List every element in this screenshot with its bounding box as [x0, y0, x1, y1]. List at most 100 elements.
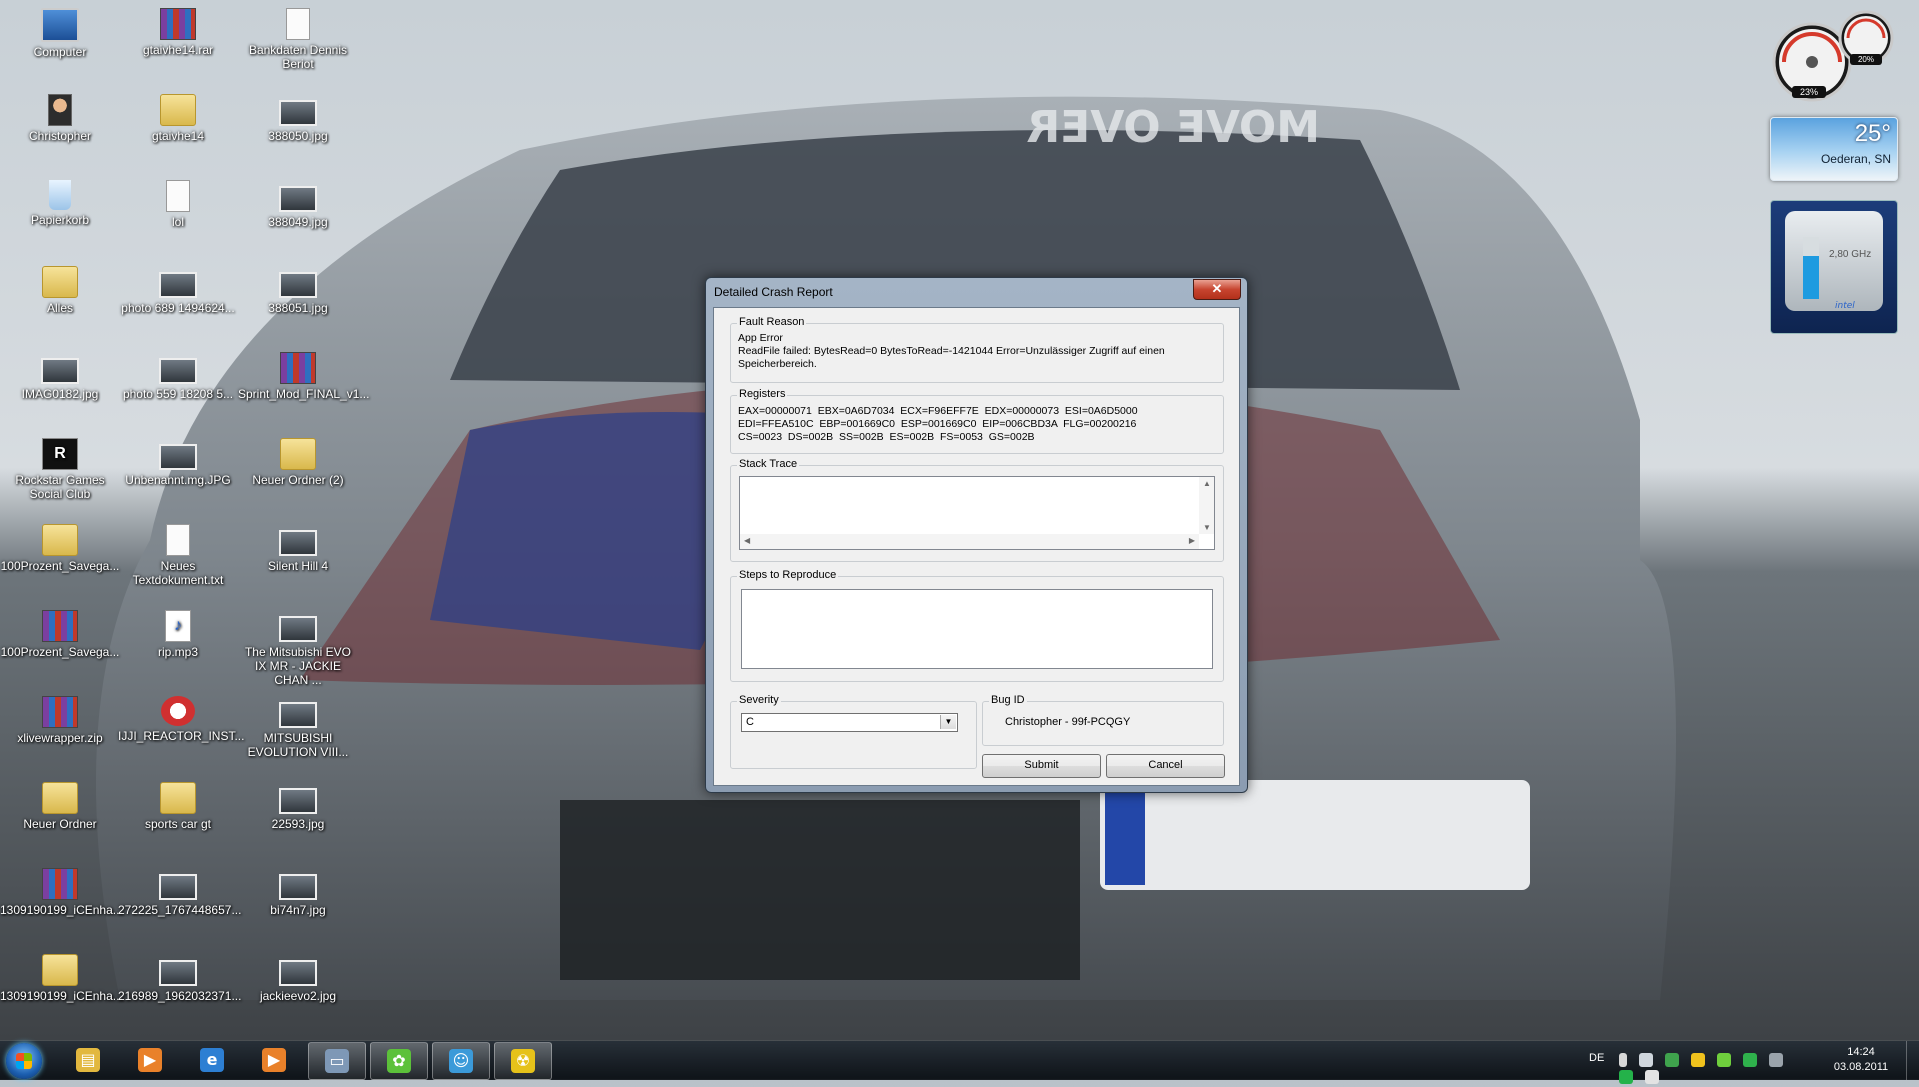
scroll-up-icon[interactable]: ▲ [1203, 479, 1211, 488]
security-tray-icon[interactable] [1743, 1053, 1758, 1067]
language-indicator[interactable]: DE [1589, 1052, 1604, 1064]
desktop-icon[interactable]: photo 689 1494624... [118, 266, 238, 315]
steps-textarea[interactable] [741, 589, 1213, 669]
taskbar-button-app-window[interactable]: ▭ [308, 1042, 366, 1080]
desktop-icon[interactable]: ♪ rip.mp3 [118, 610, 238, 659]
desktop-icon-label: 388049.jpg [268, 215, 328, 229]
cpu-usage-gadget[interactable]: 23% 20% [1770, 8, 1898, 102]
desktop-icon[interactable]: Unbenannt.mg.JPG [118, 438, 238, 487]
desktop-icon-label: sports car gt [144, 817, 212, 831]
desktop-icon[interactable]: gtaivhe14 [118, 94, 238, 143]
dialog-titlebar[interactable]: Detailed Crash Report ✕ [706, 278, 1247, 306]
submit-button[interactable]: Submit [982, 754, 1101, 778]
desktop-icon[interactable]: jackieevo2.jpg [238, 954, 358, 1003]
taskbar-button-radioactive-app[interactable]: ☢ [494, 1042, 552, 1080]
image-file-icon [279, 272, 317, 298]
desktop-icon[interactable]: 100Prozent_Savega... [0, 610, 120, 659]
desktop-icon[interactable]: 216989_1962032371... [118, 954, 241, 1003]
registers-line1: EAX=00000071 EBX=0A6D7034 ECX=F96EFF7E E… [738, 405, 1138, 417]
desktop-icon[interactable]: bi74n7.jpg [238, 868, 358, 917]
update-tray-icon[interactable] [1619, 1070, 1633, 1084]
desktop-icon[interactable]: 22593.jpg [238, 782, 358, 831]
start-button[interactable] [6, 1043, 42, 1079]
desktop-icon[interactable]: sports car gt [118, 782, 238, 831]
desktop-icon-label: jackieevo2.jpg [259, 989, 337, 1003]
scroll-left-icon[interactable]: ◀ [744, 536, 750, 545]
bug-id-legend: Bug ID [989, 694, 1027, 706]
desktop-icon[interactable]: gtaivhe14.rar [118, 8, 238, 57]
nvidia-tray-icon[interactable] [1665, 1053, 1680, 1067]
desktop-icon[interactable]: xlivewrapper.zip [0, 696, 120, 745]
folder-icon [160, 94, 196, 126]
desktop-icon[interactable]: MITSUBISHI EVOLUTION VIII... [238, 696, 358, 759]
severity-select[interactable]: C ▼ [741, 713, 958, 732]
desktop-icon[interactable]: Neues Textdokument.txt [118, 524, 238, 587]
bug-id-value: Christopher - 99f-PCQGY [1005, 716, 1131, 728]
taskbar-button-icq[interactable]: ✿ [370, 1042, 428, 1080]
desktop-icon[interactable]: 1309190199_iCEnha... [0, 868, 123, 917]
desktop-icon[interactable]: The Mitsubishi EVO IX MR - JACKIE CHAN .… [238, 610, 358, 687]
recycle-bin-icon [49, 180, 71, 210]
desktop-icon-label: gtaivhe14.rar [142, 43, 214, 57]
taskbar-button-explorer[interactable]: ▤ [60, 1042, 116, 1078]
desktop-icon[interactable]: lol [118, 180, 238, 229]
chevron-down-icon[interactable]: ▼ [940, 715, 956, 729]
desktop-icon[interactable]: Alles [0, 266, 120, 315]
messenger-tray-icon[interactable] [1691, 1053, 1706, 1067]
desktop-icon[interactable]: 388051.jpg [238, 266, 358, 315]
stack-trace-horizontal-scrollbar[interactable]: ◀ ▶ [740, 534, 1199, 549]
icq-tray-icon[interactable] [1717, 1053, 1732, 1067]
desktop-icon[interactable]: Christopher [0, 94, 120, 143]
desktop-icon[interactable]: Sprint_Mod_FINAL_v1... [238, 352, 369, 401]
volume-icon[interactable] [1645, 1070, 1660, 1084]
desktop-icon[interactable]: 100Prozent_Savega... [0, 524, 120, 573]
image-file-icon [41, 358, 79, 384]
image-file-icon [279, 788, 317, 814]
image-file-icon [159, 358, 197, 384]
steam-tray-icon[interactable] [1639, 1053, 1654, 1067]
stack-trace-textarea[interactable]: ▲ ▼ ◀ ▶ [739, 476, 1215, 550]
network-tray-icon[interactable] [1769, 1053, 1784, 1067]
folder-icon [280, 438, 316, 470]
taskbar-button-messenger[interactable]: ☺ [432, 1042, 490, 1080]
scroll-right-icon[interactable]: ▶ [1189, 536, 1195, 545]
desktop-icon[interactable]: R Rockstar Games Social Club [0, 438, 120, 501]
cpu-meter-gadget[interactable]: 2,80 GHz intel [1770, 200, 1898, 334]
fault-reason-group: Fault Reason App Error ReadFile failed: … [730, 316, 1224, 383]
clock[interactable]: 14:24 03.08.2011 [1831, 1045, 1891, 1075]
fault-reason-legend: Fault Reason [737, 316, 807, 328]
desktop-icon[interactable]: Silent Hill 4 [238, 524, 358, 573]
desktop-icon[interactable]: 1309190199_iCEnha... [0, 954, 123, 1003]
desktop-icon[interactable]: IJJI_REACTOR_INST... [118, 696, 244, 743]
desktop-icon[interactable]: 388050.jpg [238, 94, 358, 143]
image-file-icon [159, 960, 197, 986]
fault-reason-line1: App Error [738, 332, 783, 344]
desktop-icon-label: Unbenannt.mg.JPG [125, 473, 231, 487]
desktop-icon-label: 100Prozent_Savega... [0, 645, 120, 659]
rar-archive-icon [42, 610, 78, 642]
steps-to-reproduce-group: Steps to Reproduce [730, 569, 1224, 682]
desktop-icon-label: photo 689 1494624... [121, 301, 235, 315]
folder-icon [42, 266, 78, 298]
desktop-icon[interactable]: Papierkorb [0, 180, 120, 227]
desktop-icon[interactable]: 272225_1767448657... [118, 868, 241, 917]
desktop-icon[interactable]: Computer [0, 8, 120, 59]
desktop-icon[interactable]: Neuer Ordner [0, 782, 120, 831]
desktop-icon[interactable]: 388049.jpg [238, 180, 358, 229]
desktop-icon[interactable]: IMAG0182.jpg [0, 352, 120, 401]
taskbar-button-media-player-2[interactable]: ▶ [246, 1042, 302, 1078]
cancel-button[interactable]: Cancel [1106, 754, 1225, 778]
show-desktop-button[interactable] [1906, 1041, 1919, 1080]
desktop-icon-label: Computer [33, 45, 87, 59]
taskbar-button-internet-explorer[interactable]: e [184, 1042, 240, 1078]
taskbar-button-media-player[interactable]: ▶ [122, 1042, 178, 1078]
close-button[interactable]: ✕ [1193, 279, 1241, 300]
image-file-icon [279, 702, 317, 728]
stack-trace-vertical-scrollbar[interactable]: ▲ ▼ [1199, 477, 1214, 534]
scroll-down-icon[interactable]: ▼ [1203, 523, 1211, 532]
desktop-icon[interactable]: Bankdaten Dennis Beriot [238, 8, 358, 71]
desktop-icon[interactable]: photo 559 18208 5... [118, 352, 238, 401]
desktop-icon[interactable]: Neuer Ordner (2) [238, 438, 358, 487]
weather-gadget[interactable]: 25° Oederan, SN [1770, 117, 1898, 181]
tray-expand-icon[interactable] [1619, 1053, 1627, 1067]
